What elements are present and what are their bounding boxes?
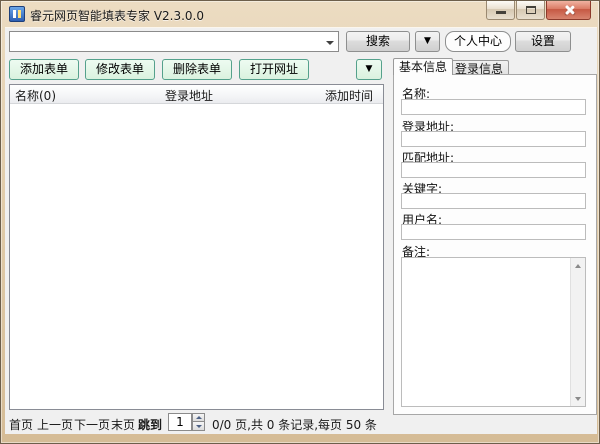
remark-field[interactable] [402,258,570,406]
next-page-link[interactable]: 下一页 [74,416,110,433]
keyword-field[interactable] [401,193,586,209]
prev-page-link[interactable]: 上一页 [37,416,73,433]
scroll-down-icon[interactable] [571,391,586,406]
pagination-bar: 首页 上一页 下一页 末页 跳到 0/0 页,共 0 条记录,每页 50 条 [5,412,597,434]
jump-to-label: 跳到 [138,416,162,433]
column-header-name[interactable]: 名称(0) [15,87,56,104]
record-summary: 0/0 页,共 0 条记录,每页 50 条 [212,416,377,433]
delete-form-button[interactable]: 删除表单 [162,59,232,80]
spinner-up-button[interactable] [192,413,205,422]
maximize-icon [526,6,536,14]
scroll-up-icon[interactable] [571,258,586,273]
search-dropdown-button[interactable]: ▼ [415,31,440,52]
column-header-addtime[interactable]: 添加时间 [325,87,373,104]
name-field[interactable] [401,99,586,115]
form-list-body [10,104,383,409]
combo-dropdown-icon[interactable] [322,32,338,51]
modify-form-button[interactable]: 修改表单 [85,59,155,80]
remark-scrollbar[interactable] [570,258,585,406]
client-area: 搜索 ▼ 个人中心 设置 添加表单 修改表单 删除表单 打开网址 ▼ 名称(0)… [5,27,597,434]
minimize-icon [496,11,506,14]
titlebar[interactable]: 睿元网页智能填表专家 V2.3.0.0 [1,1,599,27]
minimize-button[interactable] [486,1,515,20]
form-list-header: 名称(0) 登录地址 添加时间 [10,85,383,104]
last-page-link[interactable]: 末页 [111,416,135,433]
search-button[interactable]: 搜索 [346,31,410,52]
url-combobox[interactable] [9,31,339,52]
maximize-button[interactable] [516,1,545,20]
close-button[interactable] [546,1,591,20]
close-icon [563,5,574,16]
window-controls [486,1,591,20]
basic-info-panel: 名称: 登录地址: 匹配地址: 关键字: 用户名: 备注: [393,74,597,415]
window-title: 睿元网页智能填表专家 V2.3.0.0 [30,7,204,24]
more-actions-dropdown-button[interactable]: ▼ [356,59,382,80]
settings-button[interactable]: 设置 [515,31,571,52]
match-url-field[interactable] [401,162,586,178]
app-window: 睿元网页智能填表专家 V2.3.0.0 搜索 ▼ 个人中心 设置 添加表单 修改… [0,0,600,444]
add-form-button[interactable]: 添加表单 [9,59,79,80]
first-page-link[interactable]: 首页 [9,416,33,433]
username-field[interactable] [401,224,586,240]
open-url-button[interactable]: 打开网址 [239,59,309,80]
tab-basic-info[interactable]: 基本信息 [393,58,453,75]
login-url-field[interactable] [401,131,586,147]
page-number-input[interactable] [168,413,192,431]
app-icon [9,6,25,22]
column-header-loginurl[interactable]: 登录地址 [165,87,213,104]
form-list: 名称(0) 登录地址 添加时间 [9,84,384,410]
remark-box [401,257,586,407]
page-number-stepper [168,413,205,431]
url-combo-input[interactable] [10,32,322,51]
personal-center-button[interactable]: 个人中心 [445,31,511,52]
spinner-down-button[interactable] [192,422,205,431]
